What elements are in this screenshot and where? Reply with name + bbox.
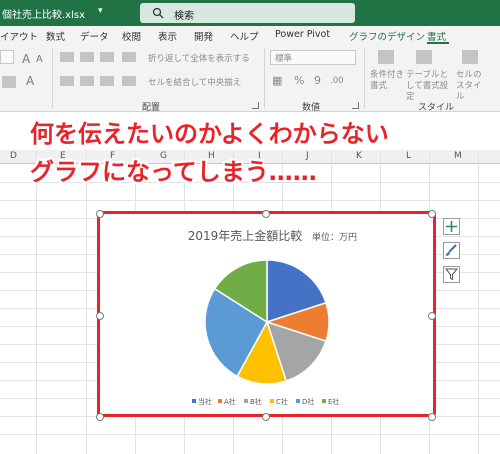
- column-header[interactable]: L: [406, 151, 411, 161]
- tab-view[interactable]: 表示: [158, 29, 177, 43]
- resize-handle[interactable]: [428, 312, 436, 320]
- format-as-table-icon[interactable]: [416, 50, 432, 64]
- filter-icon: [444, 268, 459, 281]
- tab-layout[interactable]: イアウト: [0, 29, 38, 43]
- currency-icon[interactable]: ▦: [272, 74, 282, 87]
- align-left-icon[interactable]: [60, 76, 74, 86]
- legend-label: C社: [276, 397, 288, 406]
- legend-label: B社: [250, 397, 262, 406]
- ribbon: A A A 折り返して全体を表示する セルを結合して中央揃え 配置 標準 ▦ %…: [0, 44, 500, 113]
- grid-line: [478, 150, 479, 454]
- caption-line-2: グラフになってしまう……: [30, 158, 317, 186]
- column-header[interactable]: K: [356, 151, 362, 161]
- column-header[interactable]: M: [454, 151, 462, 161]
- pie-chart[interactable]: 2019年売上金額比較 単位：万円当社 A社 B社 C社 D社 E社: [100, 214, 433, 414]
- grid-line: [86, 150, 87, 454]
- legend-swatch: [244, 399, 248, 403]
- legend-label: A社: [224, 397, 236, 406]
- decrease-font-icon[interactable]: A: [36, 54, 43, 65]
- legend-swatch: [296, 399, 300, 403]
- grid-line: [0, 434, 500, 435]
- excel-window: 個社売上比較.xlsx ▾ 検索 イアウト 数式 データ 校閲 表示 開発 ヘル…: [0, 0, 500, 454]
- number-format-dropdown[interactable]: 標準: [270, 50, 356, 65]
- resize-handle[interactable]: [96, 312, 104, 320]
- search-box[interactable]: 検索: [140, 3, 355, 23]
- cell-styles-button[interactable]: セルのスタイル: [456, 70, 486, 103]
- legend-label: E社: [328, 397, 339, 406]
- search-placeholder: 検索: [174, 11, 194, 22]
- align-bottom-icon[interactable]: [100, 52, 114, 62]
- search-icon: [152, 7, 164, 19]
- column-header[interactable]: D: [10, 151, 17, 161]
- number-format-value: 標準: [275, 54, 293, 64]
- brush-icon: [446, 244, 457, 256]
- conditional-format-icon[interactable]: [378, 50, 394, 64]
- align-middle-icon[interactable]: [80, 52, 94, 62]
- document-title: 個社売上比較.xlsx: [2, 10, 86, 21]
- chart-filters-button[interactable]: [443, 266, 460, 283]
- group-label-styles: スタイル: [418, 103, 455, 113]
- number-launcher-icon[interactable]: [352, 102, 359, 109]
- align-top-icon[interactable]: [60, 52, 74, 62]
- align-right-icon[interactable]: [100, 76, 114, 86]
- percent-icon[interactable]: %: [294, 74, 304, 87]
- fill-color-icon[interactable]: [2, 76, 16, 88]
- increase-decimal-icon[interactable]: .00: [330, 76, 344, 86]
- resize-handle[interactable]: [428, 413, 436, 421]
- align-center-icon[interactable]: [80, 76, 94, 86]
- tab-help[interactable]: ヘルプ: [230, 29, 259, 43]
- resize-handle[interactable]: [262, 413, 270, 421]
- increase-font-icon[interactable]: A: [22, 52, 30, 66]
- format-as-table-button[interactable]: テーブルとして書式設定: [406, 70, 452, 103]
- alignment-launcher-icon[interactable]: [252, 102, 259, 109]
- chart-title: 2019年売上金額比較: [188, 228, 303, 243]
- font-size-dropdown[interactable]: [0, 50, 14, 64]
- chart-styles-button[interactable]: [443, 242, 460, 259]
- tab-developer[interactable]: 開発: [194, 29, 213, 43]
- legend-swatch: [192, 399, 196, 403]
- chart-unit-label: 単位：万円: [312, 231, 357, 243]
- ribbon-separator: [264, 48, 265, 108]
- resize-handle[interactable]: [96, 413, 104, 421]
- font-color-icon[interactable]: A: [26, 74, 34, 88]
- resize-handle[interactable]: [96, 210, 104, 218]
- comma-icon[interactable]: 9: [314, 74, 321, 87]
- tab-review[interactable]: 校閲: [122, 29, 141, 43]
- indent-icon[interactable]: [122, 76, 136, 86]
- legend-swatch: [270, 399, 274, 403]
- legend-label: D社: [302, 397, 314, 406]
- legend-label: 当社: [198, 397, 212, 406]
- tab-data[interactable]: データ: [80, 29, 109, 43]
- tab-formulas[interactable]: 数式: [46, 29, 65, 43]
- ribbon-separator: [52, 48, 53, 108]
- ribbon-separator: [364, 48, 365, 108]
- wrap-text-button[interactable]: 折り返して全体を表示する: [148, 52, 250, 64]
- grid-line: [36, 150, 37, 454]
- resize-handle[interactable]: [262, 210, 270, 218]
- merge-center-button[interactable]: セルを結合して中央揃え: [148, 76, 241, 88]
- grid-line: [0, 200, 500, 201]
- title-bar: 個社売上比較.xlsx ▾ 検索: [0, 0, 500, 26]
- caption-line-1: 何を伝えたいのかよくわからない: [30, 120, 389, 148]
- chart-area[interactable]: 2019年売上金額比較 単位：万円当社 A社 B社 C社 D社 E社: [97, 211, 436, 417]
- legend-swatch: [218, 399, 222, 403]
- ribbon-tabs: イアウト 数式 データ 校閲 表示 開発 ヘルプ Power Pivot グラフ…: [0, 26, 500, 44]
- cell-styles-icon[interactable]: [462, 50, 478, 64]
- resize-handle[interactable]: [428, 210, 436, 218]
- conditional-format-button[interactable]: 条件付き書式: [370, 70, 404, 92]
- plus-icon: [446, 221, 457, 232]
- tab-chart-design[interactable]: グラフのデザイン: [349, 29, 425, 43]
- group-label-alignment: 配置: [142, 103, 161, 113]
- orientation-icon[interactable]: [122, 52, 136, 62]
- tab-power-pivot[interactable]: Power Pivot: [275, 29, 330, 40]
- chart-elements-button[interactable]: [443, 218, 460, 235]
- group-label-number: 数値: [302, 103, 321, 113]
- legend-swatch: [322, 399, 326, 403]
- chevron-down-icon[interactable]: ▾: [98, 6, 103, 16]
- tab-format[interactable]: 書式: [427, 29, 446, 43]
